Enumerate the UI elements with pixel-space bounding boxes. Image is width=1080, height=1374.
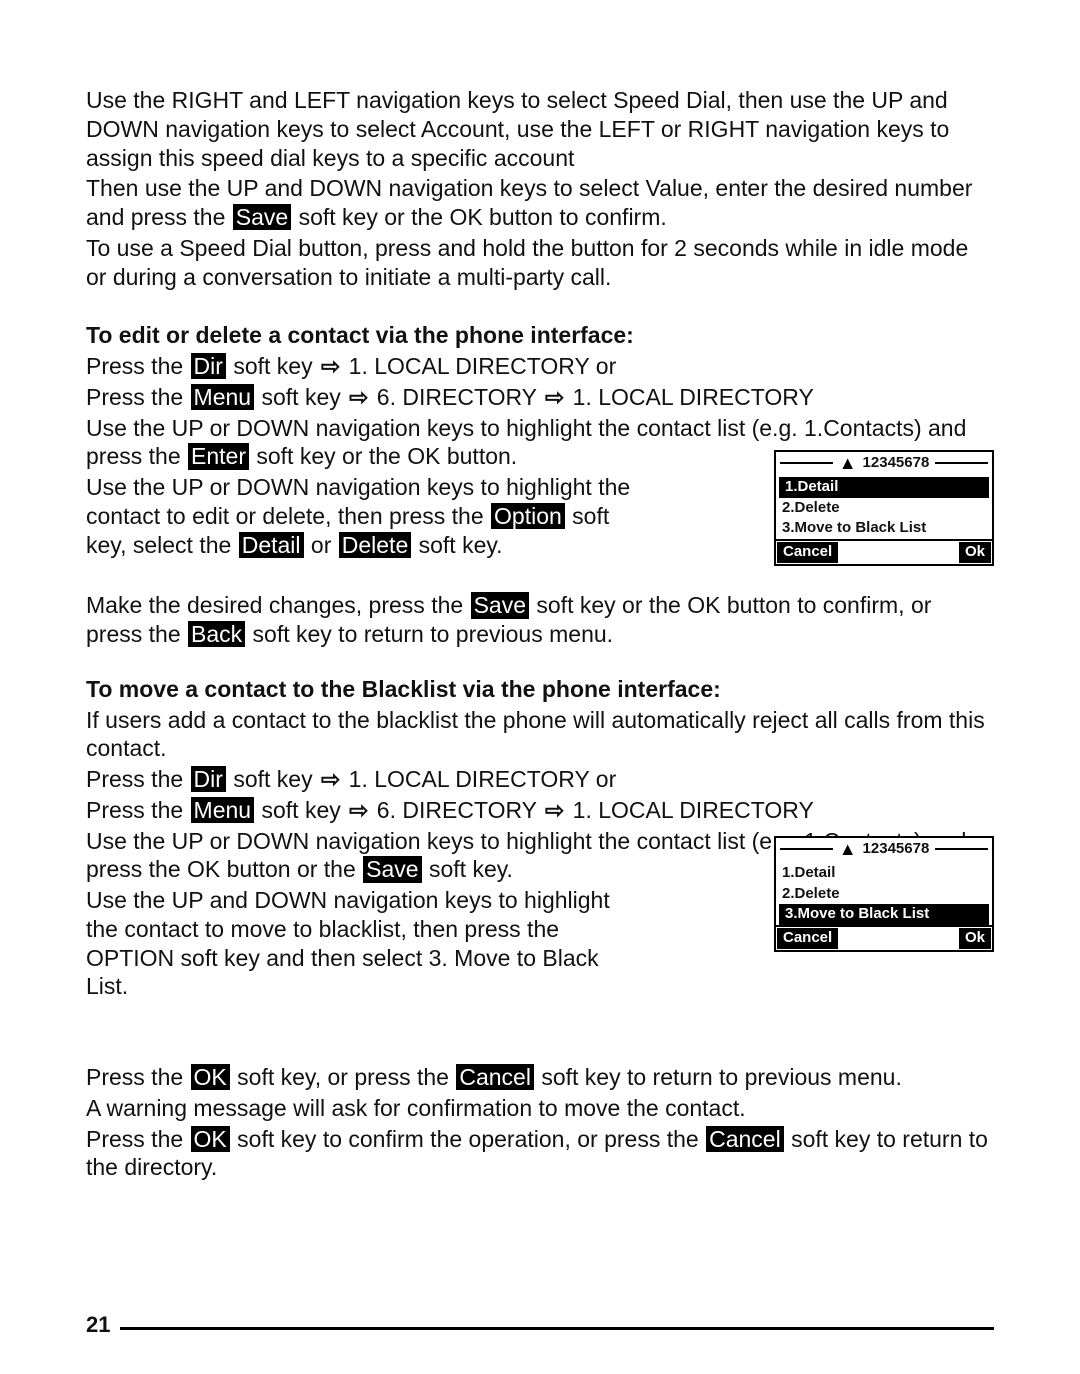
detail-key: Detail <box>239 532 304 558</box>
body-line: Press the Menu soft key ⇨ 6. DIRECTORY ⇨… <box>86 796 994 825</box>
text: Make the desired changes, press the <box>86 592 470 618</box>
screen-header: ▲ 12345678 <box>776 452 992 477</box>
arrow-right-icon: ⇨ <box>347 796 370 825</box>
body-line: Press the Dir soft key ⇨ 1. LOCAL DIRECT… <box>86 352 994 381</box>
footer-rule <box>120 1327 994 1330</box>
text: soft key or the OK button. <box>250 443 517 469</box>
section-heading: To edit or delete a contact via the phon… <box>86 321 994 350</box>
save-key: Save <box>233 204 291 230</box>
phone-screen: ▲ 12345678 1.Detail 2.Delete 3.Move to B… <box>774 836 994 952</box>
cancel-key: Cancel <box>456 1064 534 1090</box>
ok-softkey: Ok <box>959 928 991 949</box>
text: soft key to return to previous menu. <box>246 621 613 647</box>
text: soft key, or press the <box>231 1064 456 1090</box>
page-number: 21 <box>86 1311 110 1339</box>
header-line <box>935 848 988 850</box>
dir-key: Dir <box>191 353 226 379</box>
text: Press the <box>86 384 190 410</box>
arrow-right-icon: ⇨ <box>319 352 342 381</box>
text: 6. DIRECTORY <box>370 797 543 823</box>
screen-softkeys: Cancel Ok <box>776 925 992 950</box>
page-footer: 21 <box>86 1311 994 1339</box>
text: soft key <box>255 384 347 410</box>
body-line: Press the OK soft key to confirm the ope… <box>86 1125 994 1183</box>
screen-softkeys: Cancel Ok <box>776 539 992 564</box>
screen-row-selected: 1.Detail <box>779 477 989 498</box>
arrow-right-icon: ⇨ <box>319 765 342 794</box>
person-icon: ▲ <box>839 840 857 858</box>
text: Press the <box>86 797 190 823</box>
screen-row: 2.Delete <box>776 498 992 519</box>
text: soft key <box>227 353 319 379</box>
screen-header: ▲ 12345678 <box>776 838 992 863</box>
arrow-right-icon: ⇨ <box>347 383 370 412</box>
body-line: Press the OK soft key, or press the Canc… <box>86 1063 994 1092</box>
body-line: Use the UP and DOWN navigation keys to h… <box>86 886 646 1001</box>
intro-paragraph: To use a Speed Dial button, press and ho… <box>86 234 994 292</box>
screen-row-selected: 3.Move to Black List <box>779 904 989 925</box>
text: soft key <box>227 766 319 792</box>
ok-key: OK <box>191 1126 230 1152</box>
intro-paragraph: Then use the UP and DOWN navigation keys… <box>86 174 994 232</box>
save-key: Save <box>471 592 529 618</box>
softkey-spacer <box>839 927 958 950</box>
text: or <box>305 532 338 558</box>
body-line: Press the Menu soft key ⇨ 6. DIRECTORY ⇨… <box>86 383 994 412</box>
text: soft key to confirm the operation, or pr… <box>231 1126 705 1152</box>
screen-title: 12345678 <box>863 840 930 859</box>
text: soft key. <box>423 856 513 882</box>
cancel-softkey: Cancel <box>777 542 838 563</box>
body-line: Press the Dir soft key ⇨ 1. LOCAL DIRECT… <box>86 765 994 794</box>
text: soft key. <box>412 532 502 558</box>
enter-key: Enter <box>188 443 249 469</box>
body-line: A warning message will ask for confirmat… <box>86 1094 994 1123</box>
menu-key: Menu <box>191 797 255 823</box>
phone-screen: ▲ 12345678 1.Detail 2.Delete 3.Move to B… <box>774 450 994 566</box>
text: 1. LOCAL DIRECTORY or <box>342 766 616 792</box>
intro-paragraph: Use the RIGHT and LEFT navigation keys t… <box>86 86 994 172</box>
text: soft key <box>255 797 347 823</box>
option-key: Option <box>491 503 565 529</box>
text: 1. LOCAL DIRECTORY <box>566 797 814 823</box>
text: soft key to return to previous menu. <box>535 1064 902 1090</box>
cancel-softkey: Cancel <box>777 928 838 949</box>
header-line <box>780 848 833 850</box>
body-line: Make the desired changes, press the Save… <box>86 591 994 649</box>
text: 6. DIRECTORY <box>370 384 543 410</box>
ok-key: OK <box>191 1064 230 1090</box>
cancel-key: Cancel <box>706 1126 784 1152</box>
document-page: Use the RIGHT and LEFT navigation keys t… <box>0 0 1080 1374</box>
menu-key: Menu <box>191 384 255 410</box>
ok-softkey: Ok <box>959 542 991 563</box>
text: Press the <box>86 1126 190 1152</box>
save-key: Save <box>363 856 421 882</box>
softkey-spacer <box>839 541 958 564</box>
spacer <box>86 561 994 591</box>
screen-row: 1.Detail <box>776 863 992 884</box>
arrow-right-icon: ⇨ <box>543 796 566 825</box>
intro-block: Use the RIGHT and LEFT navigation keys t… <box>86 86 994 291</box>
dir-key: Dir <box>191 766 226 792</box>
text: Press the <box>86 353 190 379</box>
screen-row: 2.Delete <box>776 884 992 905</box>
screen-title: 12345678 <box>863 454 930 473</box>
text: Press the <box>86 1064 190 1090</box>
body-line: Use the UP or DOWN navigation keys to hi… <box>86 473 646 559</box>
header-line <box>935 462 988 464</box>
text: soft key or the OK button to confirm. <box>292 204 667 230</box>
text: Press the <box>86 766 190 792</box>
spacer <box>86 1003 994 1063</box>
text: 1. LOCAL DIRECTORY or <box>342 353 616 379</box>
arrow-right-icon: ⇨ <box>543 383 566 412</box>
back-key: Back <box>188 621 245 647</box>
section-heading: To move a contact to the Blacklist via t… <box>86 675 994 704</box>
text: 1. LOCAL DIRECTORY <box>566 384 814 410</box>
delete-key: Delete <box>339 532 411 558</box>
screen-row: 3.Move to Black List <box>776 518 992 539</box>
body-line: If users add a contact to the blacklist … <box>86 706 994 764</box>
header-line <box>780 462 833 464</box>
person-icon: ▲ <box>839 454 857 472</box>
